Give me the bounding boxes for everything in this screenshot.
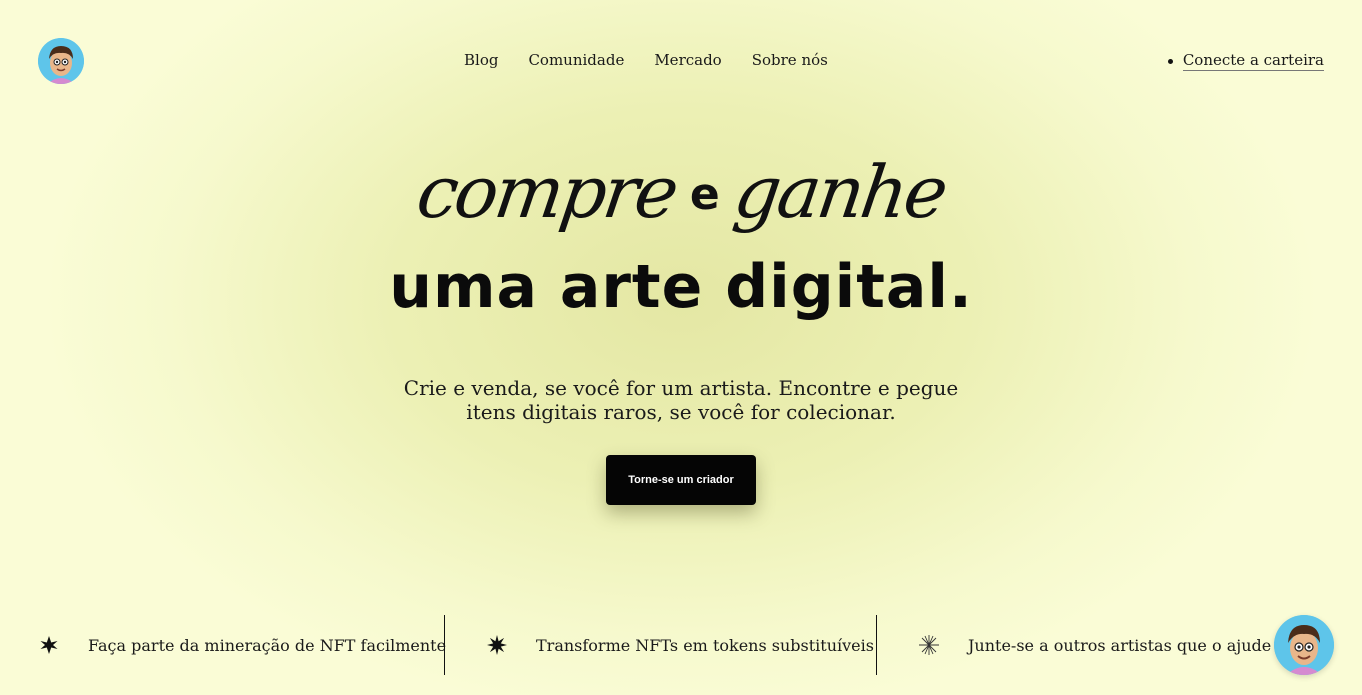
hero-headline-line2: uma arte digital. — [389, 252, 973, 322]
feature-text: Transforme NFTs em tokens substituíveis — [536, 635, 874, 655]
hero-headline-line1: compre e ganhe — [0, 150, 1362, 250]
feature-text: Faça parte da mineração de NFT facilment… — [88, 635, 447, 655]
feature-divider — [444, 615, 445, 675]
hero-connector: e — [689, 169, 720, 220]
six-point-star-icon — [38, 634, 60, 656]
sparkle-lines-icon — [918, 634, 940, 656]
main-nav: Blog Comunidade Mercado Sobre nós — [464, 51, 828, 69]
become-creator-button[interactable]: Torne-se um criador — [606, 455, 756, 505]
list-bullet-icon — [1167, 58, 1173, 64]
feature-text: Junte-se a outros artistas que o ajude — [968, 635, 1272, 655]
feature-item: Junte-se a outros artistas que o ajude — [918, 615, 1271, 675]
hero-word-compre: compre — [411, 150, 681, 234]
hero-subtitle: Crie e venda, se você for um artista. En… — [381, 376, 981, 424]
eight-point-star-icon — [486, 634, 508, 656]
feature-divider — [876, 615, 877, 675]
chat-widget-button[interactable] — [1274, 615, 1334, 675]
hero-subtitle-line2: itens digitais raros, se você for coleci… — [466, 400, 896, 424]
logo-avatar[interactable] — [38, 38, 84, 84]
wallet-item: Conecte a carteira — [1167, 51, 1324, 71]
nav-blog[interactable]: Blog — [464, 51, 498, 69]
cartoon-avatar-icon — [38, 38, 84, 84]
cartoon-avatar-icon — [1274, 615, 1334, 675]
nav-mercado[interactable]: Mercado — [654, 51, 721, 69]
feature-item: Transforme NFTs em tokens substituíveis — [486, 615, 874, 675]
nav-sobre-nos[interactable]: Sobre nós — [752, 51, 828, 69]
feature-item: Faça parte da mineração de NFT facilment… — [38, 615, 446, 675]
nav-comunidade[interactable]: Comunidade — [528, 51, 624, 69]
features-bar: Faça parte da mineração de NFT facilment… — [0, 615, 1362, 675]
hero-word-ganhe: ganhe — [728, 150, 951, 234]
connect-wallet-link[interactable]: Conecte a carteira — [1182, 51, 1324, 71]
hero-subtitle-line1: Crie e venda, se você for um artista. En… — [403, 376, 959, 400]
